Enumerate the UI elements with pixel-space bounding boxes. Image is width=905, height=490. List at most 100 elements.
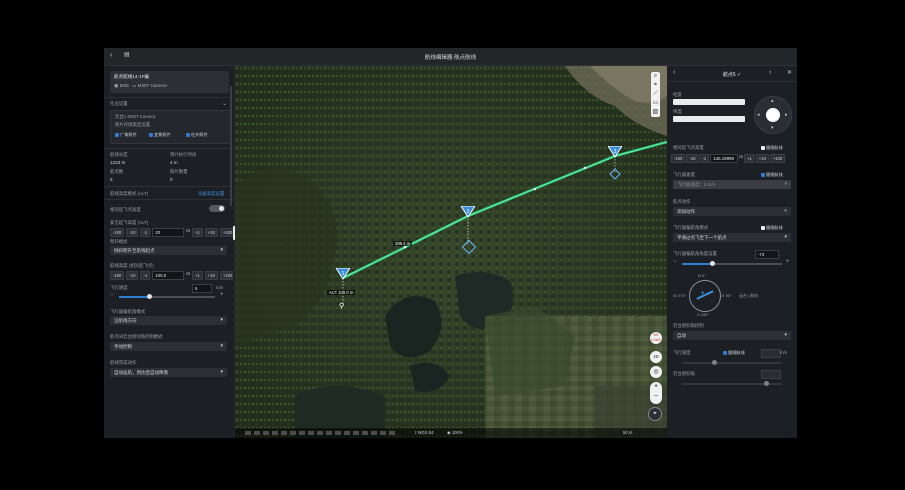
- speed-select[interactable]: 飞行器速度：5 m/s ▾: [673, 180, 791, 189]
- pin-icon[interactable]: ⌖: [651, 81, 660, 90]
- waypoint-1-marker[interactable]: 1: [335, 267, 351, 280]
- route-name: 航点航线14-1F编: [114, 74, 149, 79]
- speed2-label: 飞行速度: [673, 350, 691, 355]
- increment-button[interactable]: +10: [204, 271, 218, 280]
- turn-mode-select[interactable]: 平滑过点飞至下一个航点 ▾: [673, 233, 791, 242]
- map-view[interactable]: 1 2 3 ⚲ 289.4 m ALT: 100.0 m ⌕ ⌖ ⟋ ▭ ▨ N…: [235, 66, 667, 438]
- decrement-button[interactable]: -1: [699, 154, 710, 163]
- follow-route-speed2[interactable]: 跟随航线: [723, 350, 745, 356]
- checkbox-icon: [723, 350, 727, 355]
- compass-north: N 0°: [698, 273, 706, 278]
- chevron-down-icon[interactable]: ⌄: [222, 100, 227, 107]
- increment-button[interactable]: +1: [192, 228, 203, 237]
- compass-legend: 云台 | 航向: [739, 293, 759, 298]
- redacted-coordinates: [245, 431, 395, 435]
- longitude-input[interactable]: [673, 99, 745, 105]
- distance-label: 289.4 m: [393, 241, 413, 246]
- arrow-right-icon[interactable]: ▸: [785, 112, 788, 118]
- heading-compass: ✈: [689, 280, 721, 312]
- decrement-button[interactable]: -10: [126, 271, 139, 280]
- plus-icon[interactable]: +: [786, 259, 790, 265]
- checkbox-icon: [761, 225, 765, 230]
- increment-button[interactable]: +10: [204, 228, 218, 237]
- heading-mode-select[interactable]: 沿航线方向 ▾: [110, 316, 227, 325]
- yaw-slider[interactable]: [682, 261, 782, 266]
- speed-slider[interactable]: [119, 294, 215, 299]
- alt-mode-link[interactable]: 海拔高度设置: [198, 191, 224, 197]
- route-info-card[interactable]: 航点航线14-1F编 ▣ M30 ▭ M30T Camera: [110, 71, 229, 93]
- increment-button[interactable]: +10: [755, 154, 769, 163]
- increment-button[interactable]: +1: [744, 154, 755, 163]
- waypoint-3-marker[interactable]: 3: [607, 145, 623, 158]
- safe-alt-input[interactable]: 20: [152, 228, 185, 237]
- increment-button[interactable]: +100: [219, 271, 233, 280]
- compass-badge[interactable]: NE LOAD: [650, 332, 662, 344]
- view-2d-button[interactable]: 2D: [650, 351, 662, 363]
- minus-icon[interactable]: −: [110, 292, 114, 298]
- increment-button[interactable]: +1: [192, 271, 203, 280]
- window-title: 航线编辑器-航点航线: [424, 55, 477, 61]
- turn-mode-label: 飞行器偏航角模式: [673, 225, 709, 230]
- pitch-input[interactable]: [761, 370, 781, 379]
- speed-input[interactable]: 5: [192, 284, 212, 293]
- waypoint-2-marker[interactable]: 2: [460, 205, 476, 218]
- zoom-out-button[interactable]: −: [650, 392, 662, 402]
- stat-value: 1223 m: [110, 160, 126, 165]
- compass-east: E 90°: [722, 293, 732, 298]
- yaw-input[interactable]: -74: [755, 250, 779, 259]
- layer-icon[interactable]: ▭: [651, 99, 660, 108]
- finish-action-select[interactable]: 自动返航，到达后自动降落 ▾: [110, 368, 227, 377]
- speed2-unit: m/s: [780, 350, 788, 355]
- follow-route-alt[interactable]: 跟随航线: [761, 145, 783, 151]
- position-joystick[interactable]: ▴ ▾ ◂ ▸: [754, 96, 792, 134]
- altitude-label: ALT: 100.0 m: [327, 290, 356, 295]
- gimbal-select[interactable]: 自动 ▾: [673, 331, 791, 340]
- next-waypoint-icon[interactable]: ›: [769, 69, 771, 76]
- follow-route-speed[interactable]: 跟随航线: [761, 172, 783, 178]
- plus-icon[interactable]: +: [220, 292, 224, 298]
- unit-label: m: [186, 228, 191, 233]
- pitch-slider[interactable]: [682, 381, 782, 386]
- decrement-button[interactable]: -100: [671, 154, 686, 163]
- altitude-input[interactable]: 136.19999: [710, 154, 739, 163]
- arrow-left-icon[interactable]: ◂: [757, 112, 760, 118]
- decrement-button[interactable]: -10: [126, 228, 139, 237]
- scrollbar[interactable]: [230, 86, 232, 206]
- minus-icon[interactable]: −: [673, 259, 677, 265]
- search-icon[interactable]: ⌕: [651, 72, 660, 81]
- compass-west: W 270°: [673, 293, 687, 298]
- compass-icon[interactable]: ⌖: [648, 407, 662, 421]
- terrain-toggle[interactable]: [209, 205, 225, 212]
- locate-icon[interactable]: ◎: [650, 366, 662, 378]
- photo-option-zoom[interactable]: 变焦照片: [149, 132, 171, 138]
- work-settings-heading: 作业设置: [110, 101, 128, 106]
- arrow-up-icon[interactable]: ▴: [771, 98, 774, 104]
- drone-icon: ✈: [700, 291, 706, 297]
- add-action-button[interactable]: 添加动作 +: [673, 207, 791, 216]
- payload-label: 云台1 M30T Camera: [115, 114, 156, 119]
- pitch-label: 云台俯仰角: [673, 371, 695, 376]
- zoom-in-button[interactable]: +: [650, 382, 662, 392]
- latitude-input[interactable]: [673, 116, 745, 122]
- route-alt-input[interactable]: 100.0: [152, 271, 185, 280]
- increment-button[interactable]: +100: [219, 228, 233, 237]
- checkbox-icon: [186, 132, 190, 137]
- photo-option-ir[interactable]: 红外照片: [186, 132, 208, 138]
- climb-mode-select[interactable]: 倾斜爬升至航线起点 ▾: [110, 246, 227, 255]
- decrement-button[interactable]: -100: [110, 271, 125, 280]
- speed2-input[interactable]: [761, 349, 781, 358]
- map-type-icon[interactable]: ▨: [651, 108, 660, 117]
- decrement-button[interactable]: -1: [140, 228, 151, 237]
- arrow-down-icon[interactable]: ▾: [771, 125, 774, 131]
- follow-route-turn[interactable]: 跟随航线: [761, 225, 783, 231]
- increment-button[interactable]: +100: [769, 154, 786, 163]
- photo-option-wide[interactable]: 广角照片: [115, 132, 137, 138]
- gimbal-mode-select[interactable]: 手动控制 ▾: [110, 342, 227, 351]
- scale-label: 50 m: [623, 430, 633, 435]
- decrement-button[interactable]: -10: [686, 154, 699, 163]
- decrement-button[interactable]: -1: [140, 271, 151, 280]
- decrement-button[interactable]: -100: [110, 228, 125, 237]
- speed2-slider[interactable]: [682, 360, 782, 365]
- close-icon[interactable]: ✕: [787, 69, 792, 76]
- measure-icon[interactable]: ⟋: [651, 90, 660, 99]
